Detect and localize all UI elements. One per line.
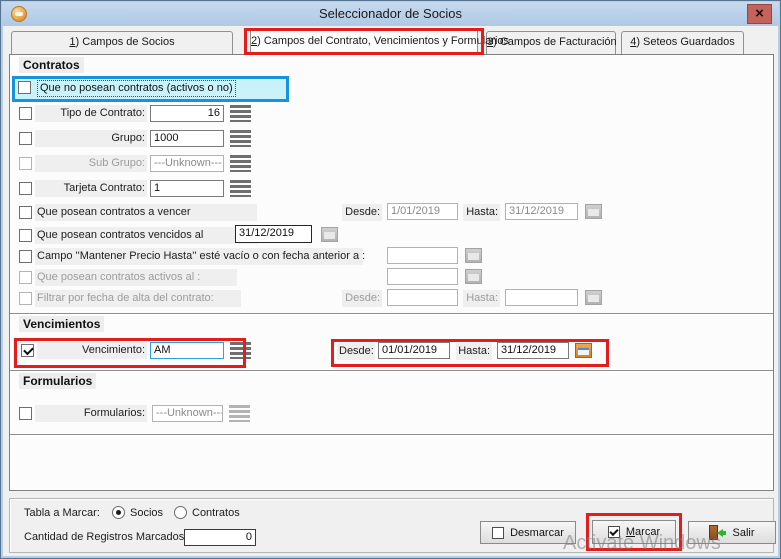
tab-strip: 1) Campos de Socios 2) Campos del Contra… — [1, 28, 781, 54]
desmarcar-button[interactable]: Desmarcar — [480, 521, 576, 544]
section-header-contratos: Contratos — [19, 57, 84, 73]
label-fecha-alta-hasta: Hasta: — [463, 290, 500, 307]
label-vencimiento: Vencimiento: — [37, 342, 147, 359]
checkbox-no-contratos[interactable] — [18, 81, 31, 94]
calendar-icon-mantener-precio[interactable] — [465, 248, 482, 263]
checkbox-sub-grupo[interactable] — [19, 157, 32, 170]
label-grupo: Grupo: — [35, 130, 147, 147]
calendar-icon-fecha-alta[interactable] — [585, 290, 602, 305]
field-fecha-alta-desde[interactable] — [387, 289, 458, 306]
field-a-vencer-desde[interactable]: 1/01/2019 — [387, 203, 458, 220]
checkbox-fecha-alta[interactable] — [19, 292, 32, 305]
field-grupo[interactable]: 1000 — [150, 130, 224, 147]
label-cantidad-registros: Cantidad de Registros Marcados — [24, 531, 184, 543]
section-divider — [10, 434, 773, 436]
tab-seteos-guardados[interactable]: 4) Seteos Guardados — [621, 31, 744, 54]
menu-icon-formularios[interactable] — [229, 405, 250, 422]
tab-page-panel: Contratos Que no posean contratos (activ… — [9, 54, 774, 491]
window-title: Seleccionador de Socios — [2, 6, 779, 21]
section-divider — [10, 313, 773, 315]
dialog-window: Seleccionador de Socios × 1) Campos de S… — [0, 0, 781, 559]
calendar-icon-contratos-activos[interactable] — [465, 269, 482, 284]
title-bar: Seleccionador de Socios × — [2, 2, 779, 26]
field-cantidad-registros: 0 — [184, 529, 256, 546]
radio-socios[interactable] — [112, 506, 125, 519]
label-tabla-a-marcar: Tabla a Marcar: — [24, 507, 100, 519]
label-contratos-a-vencer: Que posean contratos a vencer — [35, 204, 257, 221]
field-vencimiento-desde[interactable]: 01/01/2019 — [378, 342, 450, 359]
field-fecha-alta-hasta[interactable] — [505, 289, 578, 306]
menu-icon-vencimiento[interactable] — [230, 342, 251, 359]
checkbox-mantener-precio[interactable] — [19, 250, 32, 263]
label-mantener-precio: Campo ''Mantener Precio Hasta'' esté vac… — [35, 248, 363, 265]
field-tarjeta-contrato[interactable]: 1 — [150, 180, 224, 197]
section-divider — [10, 370, 773, 372]
close-button[interactable]: × — [747, 4, 772, 24]
label-contratos-vencidos: Que posean contratos vencidos al — [35, 227, 257, 244]
label-contratos-activos: Que posean contratos activos al : — [35, 269, 237, 286]
radio-contratos[interactable] — [174, 506, 187, 519]
menu-icon-grupo[interactable] — [230, 130, 251, 147]
checkbox-formularios[interactable] — [19, 407, 32, 420]
label-formularios: Formularios: — [35, 405, 147, 422]
calendar-icon-contratos-vencidos[interactable] — [321, 227, 338, 242]
field-sub-grupo[interactable]: ---Unknown--- — [150, 155, 224, 172]
menu-icon-tipo-de-contrato[interactable] — [230, 105, 251, 122]
field-formularios[interactable]: ---Unknown--- — [152, 405, 223, 422]
unchecked-box-icon — [492, 527, 504, 539]
checkbox-contratos-vencidos[interactable] — [19, 229, 32, 242]
checkbox-grupo[interactable] — [19, 132, 32, 145]
checkbox-tarjeta-contrato[interactable] — [19, 182, 32, 195]
label-fecha-alta-desde: Desde: — [342, 290, 382, 307]
checkbox-vencimiento[interactable] — [21, 344, 34, 357]
label-sub-grupo: Sub Grupo: — [35, 155, 147, 172]
label-radio-socios[interactable]: Socios — [130, 507, 163, 519]
checkbox-contratos-a-vencer[interactable] — [19, 206, 32, 219]
field-contratos-vencidos[interactable]: 31/12/2019 — [235, 225, 312, 243]
label-tipo-de-contrato: Tipo de Contrato: — [35, 105, 147, 122]
label-vencimiento-hasta: Hasta: — [456, 343, 492, 360]
tab-campos-del-contrato[interactable]: 2) Campos del Contrato, Vencimientos y F… — [250, 28, 478, 54]
field-mantener-precio[interactable] — [387, 247, 458, 264]
checkbox-contratos-activos[interactable] — [19, 271, 32, 284]
tab-campos-de-socios[interactable]: 1) Campos de Socios — [11, 31, 233, 54]
calendar-icon-vencimiento[interactable] — [575, 343, 592, 358]
section-header-vencimientos: Vencimientos — [19, 316, 104, 332]
field-contratos-activos[interactable] — [387, 268, 458, 285]
activate-windows-watermark: Activate Windows — [563, 532, 721, 555]
menu-icon-sub-grupo[interactable] — [230, 155, 251, 172]
label-a-vencer-hasta: Hasta: — [463, 204, 500, 221]
close-icon: × — [755, 5, 764, 22]
checkbox-tipo-de-contrato[interactable] — [19, 107, 32, 120]
label-fecha-alta: Filtrar por fecha de alta del contrato: — [35, 290, 241, 307]
field-vencimiento-hasta[interactable]: 31/12/2019 — [497, 342, 569, 359]
menu-icon-tarjeta-contrato[interactable] — [230, 180, 251, 197]
section-header-formularios: Formularios — [19, 373, 96, 389]
field-a-vencer-hasta[interactable]: 31/12/2019 — [505, 203, 578, 220]
calendar-icon-a-vencer[interactable] — [585, 204, 602, 219]
label-a-vencer-desde: Desde: — [342, 204, 382, 221]
field-tipo-de-contrato[interactable]: 16 — [150, 105, 224, 122]
label-radio-contratos[interactable]: Contratos — [192, 507, 240, 519]
label-vencimiento-desde: Desde: — [337, 343, 375, 360]
label-tarjeta-contrato: Tarjeta Contrato: — [35, 180, 147, 197]
field-vencimiento[interactable]: AM — [150, 342, 224, 359]
label-no-contratos[interactable]: Que no posean contratos (activos o no) — [37, 80, 236, 97]
